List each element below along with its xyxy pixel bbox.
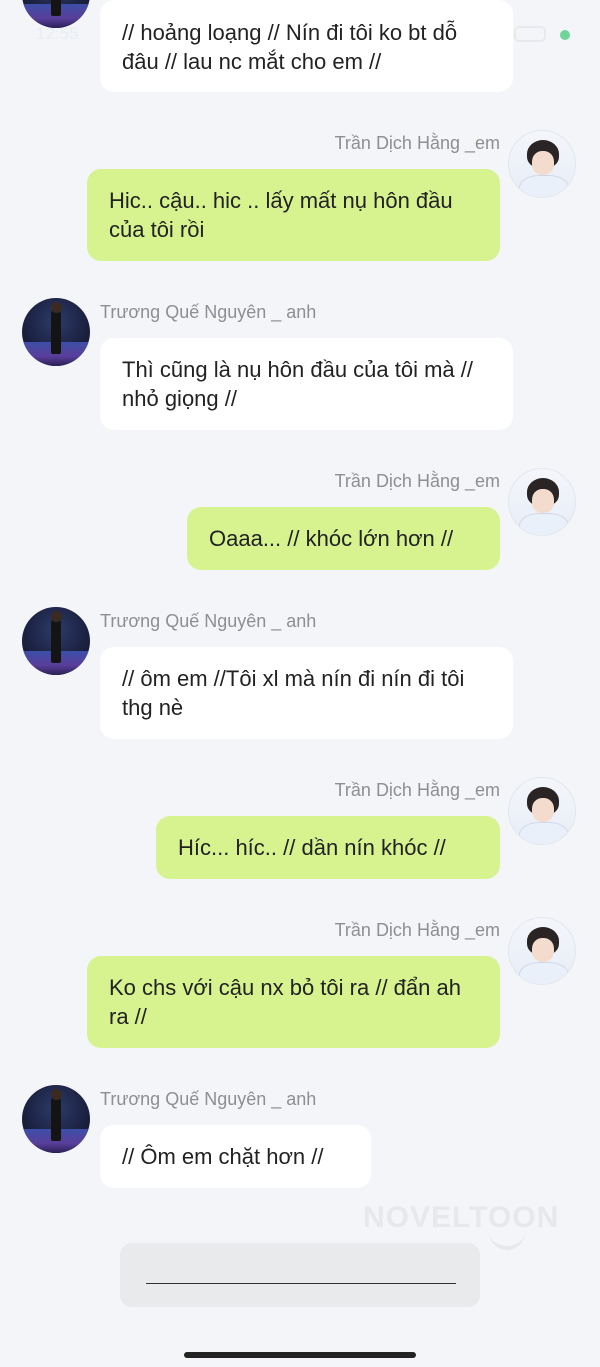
message-bubble-anh: // Ôm em chặt hơn // [100, 1125, 371, 1188]
sender-name-em: Trần Dịch Hằng _em [334, 780, 500, 800]
sender-name-anh: Trương Quế Nguyên _ anh [100, 611, 317, 631]
sender-name-anh: Trương Quế Nguyên _ anh [100, 302, 317, 322]
avatar-anh[interactable] [22, 607, 90, 675]
chat-screen: 12:55 // hoảng loạng // Nín đi tôi ko bt… [0, 0, 600, 1367]
avatar-anh[interactable] [22, 0, 90, 28]
sender-name-anh: Trương Quế Nguyên _ anh [100, 1089, 317, 1109]
message-bubble-em: Ko chs với cậu nx bỏ tôi ra // đẩn ah ra… [87, 956, 500, 1048]
message-bubble-anh: // hoảng loạng // Nín đi tôi ko bt dỗ đâ… [100, 0, 513, 92]
home-indicator[interactable] [184, 1352, 416, 1358]
input-underline [146, 1283, 456, 1284]
message-input[interactable] [120, 1243, 480, 1307]
message-bubble-em: Hic.. cậu.. hic .. lấy mất nụ hôn đầu củ… [87, 169, 500, 261]
avatar-em[interactable] [508, 130, 576, 198]
message-bubble-em: Oaaa... // khóc lớn hơn // [187, 507, 500, 570]
message-bubble-anh: // ôm em //Tôi xl mà nín đi nín đi tôi t… [100, 647, 513, 739]
avatar-em[interactable] [508, 777, 576, 845]
battery-icon [514, 26, 546, 42]
avatar-anh[interactable] [22, 1085, 90, 1153]
avatar-em[interactable] [508, 468, 576, 536]
avatar-em[interactable] [508, 917, 576, 985]
sender-name-em: Trần Dịch Hằng _em [334, 471, 500, 491]
watermark-smile-icon [489, 1232, 525, 1250]
sender-name-em: Trần Dịch Hằng _em [334, 133, 500, 153]
sender-name-em: Trần Dịch Hằng _em [334, 920, 500, 940]
message-bubble-em: Híc... híc.. // dần nín khóc // [156, 816, 500, 879]
message-bubble-anh: Thì cũng là nụ hôn đầu của tôi mà // nhỏ… [100, 338, 513, 430]
status-dot-icon [560, 30, 570, 40]
avatar-anh[interactable] [22, 298, 90, 366]
noveltoon-watermark: NOVELTOON [363, 1201, 560, 1234]
